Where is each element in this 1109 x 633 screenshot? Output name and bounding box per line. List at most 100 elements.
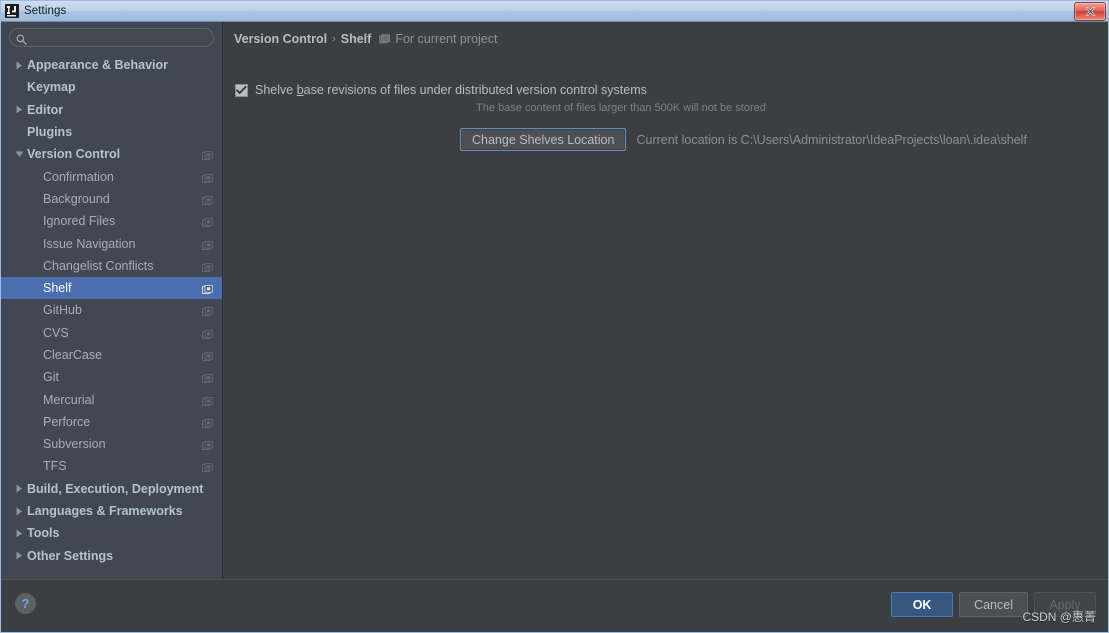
project-scope-icon [202, 394, 213, 406]
label-mnemonic: b [296, 83, 304, 97]
settings-tree: Appearance & Behavior Keymap Editor Plugins… [1, 52, 222, 567]
dialog-button-bar: OK Cancel Apply [891, 592, 1096, 617]
dialog-footer: ? OK Cancel Apply CSDN @惠菁 [1, 579, 1108, 631]
close-icon[interactable] [1074, 1, 1106, 21]
project-scope-icon [202, 439, 213, 451]
shelve-base-revisions-option[interactable]: Shelve base revisions of files under dis… [235, 82, 647, 98]
sidebar-item-label: Perforce [43, 414, 91, 429]
shelve-option-hint: The base content of files larger than 50… [476, 102, 766, 114]
sidebar-item-shelf[interactable]: Shelf [1, 276, 222, 300]
project-scope-icon [202, 372, 213, 384]
settings-dialog-window: Settings Appearance & Behavior Keymap Ed… [0, 0, 1109, 633]
project-scope-icon [202, 461, 213, 473]
project-scope-icon [202, 260, 213, 272]
project-scope-icon [202, 171, 213, 183]
settings-sidebar: Appearance & Behavior Keymap Editor Plugins… [1, 22, 223, 579]
sidebar-item-perforce[interactable]: Perforce [1, 411, 222, 433]
sidebar-item-label: Version Control [27, 147, 121, 162]
tree-collapsed-icon[interactable] [11, 484, 27, 493]
sidebar-item-label: Other Settings [27, 548, 114, 563]
tree-collapsed-icon[interactable] [11, 105, 27, 114]
sidebar-item-label: Editor [27, 102, 64, 117]
tree-expanded-icon[interactable] [11, 151, 27, 158]
tree-collapsed-icon[interactable] [11, 551, 27, 560]
project-scope-icon [202, 238, 213, 250]
sidebar-item-label: Subversion [43, 437, 106, 452]
sidebar-item-keymap[interactable]: Keymap [1, 76, 222, 98]
breadcrumb: Version Control › Shelf For current proj… [234, 32, 497, 46]
sidebar-item-label: Tools [27, 526, 60, 541]
sidebar-item-label: Confirmation [43, 169, 114, 184]
sidebar-item-label: CVS [43, 325, 69, 340]
sidebar-item-label: Plugins [27, 125, 73, 140]
sidebar-item-label: Git [43, 370, 59, 385]
sidebar-item-appearance-behavior[interactable]: Appearance & Behavior [1, 54, 222, 76]
sidebar-item-label: Shelf [43, 281, 72, 296]
project-scope-icon [202, 193, 213, 205]
sidebar-item-cvs[interactable]: CVS [1, 322, 222, 344]
sidebar-item-build-execution-deployment[interactable]: Build, Execution, Deployment [1, 478, 222, 500]
window-title: Settings [24, 5, 67, 17]
search-input[interactable] [27, 29, 213, 45]
sidebar-item-editor[interactable]: Editor [1, 99, 222, 121]
sidebar-item-background[interactable]: Background [1, 188, 222, 210]
sidebar-item-git[interactable]: Git [1, 366, 222, 388]
apply-button: Apply [1034, 592, 1096, 617]
sidebar-item-label: Build, Execution, Deployment [27, 481, 204, 496]
label-part-after: ase revisions of files under distributed… [303, 83, 647, 97]
sidebar-item-label: Ignored Files [43, 214, 116, 229]
project-scope-icon [202, 283, 213, 295]
label-part-before: Shelve [255, 83, 297, 97]
sidebar-item-changelist-conflicts[interactable]: Changelist Conflicts [1, 255, 222, 277]
breadcrumb-separator: › [332, 33, 336, 45]
sidebar-item-label: Background [43, 191, 110, 206]
sidebar-item-label: Changelist Conflicts [43, 258, 154, 273]
breadcrumb-parent[interactable]: Version Control [234, 32, 327, 46]
sidebar-item-plugins[interactable]: Plugins [1, 121, 222, 143]
project-scope-icon [202, 416, 213, 428]
tree-collapsed-icon[interactable] [11, 529, 27, 538]
sidebar-item-label: Issue Navigation [43, 236, 136, 251]
sidebar-item-label: Appearance & Behavior [27, 58, 169, 73]
sidebar-item-github[interactable]: GitHub [1, 299, 222, 321]
cancel-button[interactable]: Cancel [959, 592, 1028, 617]
sidebar-item-mercurial[interactable]: Mercurial [1, 388, 222, 410]
project-scope-icon [202, 149, 213, 161]
breadcrumb-scope-label: For current project [395, 32, 498, 46]
sidebar-item-tools[interactable]: Tools [1, 522, 222, 544]
sidebar-item-confirmation[interactable]: Confirmation [1, 165, 222, 187]
checkmark-icon [236, 86, 247, 95]
ok-button[interactable]: OK [891, 592, 954, 617]
sidebar-item-label: ClearCase [43, 348, 103, 362]
sidebar-item-issue-navigation[interactable]: Issue Navigation [1, 232, 222, 254]
search-box[interactable] [9, 27, 214, 47]
sidebar-item-other-settings[interactable]: Other Settings [1, 545, 222, 567]
sidebar-item-label: Mercurial [43, 392, 95, 407]
search-area [1, 22, 222, 52]
intellij-idea-icon [5, 4, 19, 18]
sidebar-item-label: GitHub [43, 303, 82, 318]
sidebar-item-languages-frameworks[interactable]: Languages & Frameworks [1, 500, 222, 522]
sidebar-item-tfs[interactable]: TFS [1, 455, 222, 477]
sidebar-item-label: Languages & Frameworks [27, 504, 183, 519]
shelve-base-revisions-label[interactable]: Shelve base revisions of files under dis… [255, 82, 647, 98]
project-scope-icon [202, 350, 213, 361]
sidebar-item-ignored-files[interactable]: Ignored Files [1, 210, 222, 232]
title-bar: Settings [1, 1, 1108, 22]
sidebar-item-label: Keymap [27, 80, 76, 95]
current-location-text: Current location is C:\Users\Administrat… [636, 132, 1027, 147]
tree-collapsed-icon[interactable] [11, 61, 27, 70]
sidebar-item-clearcase[interactable]: ClearCase [1, 344, 222, 366]
settings-main-panel: Version Control › Shelf For current proj… [224, 22, 1108, 579]
sidebar-item-subversion[interactable]: Subversion [1, 433, 222, 455]
sidebar-item-label: TFS [43, 459, 67, 474]
project-scope-icon [202, 305, 213, 317]
change-shelves-location-button[interactable]: Change Shelves Location [460, 128, 627, 151]
shelve-base-revisions-checkbox[interactable] [235, 84, 248, 97]
sidebar-item-version-control[interactable]: Version Control [1, 143, 222, 165]
dialog-body: Appearance & Behavior Keymap Editor Plugins… [1, 22, 1108, 632]
search-icon [16, 32, 27, 45]
tree-collapsed-icon[interactable] [11, 507, 27, 516]
breadcrumb-current: Shelf [340, 32, 372, 46]
help-button[interactable]: ? [15, 593, 36, 614]
